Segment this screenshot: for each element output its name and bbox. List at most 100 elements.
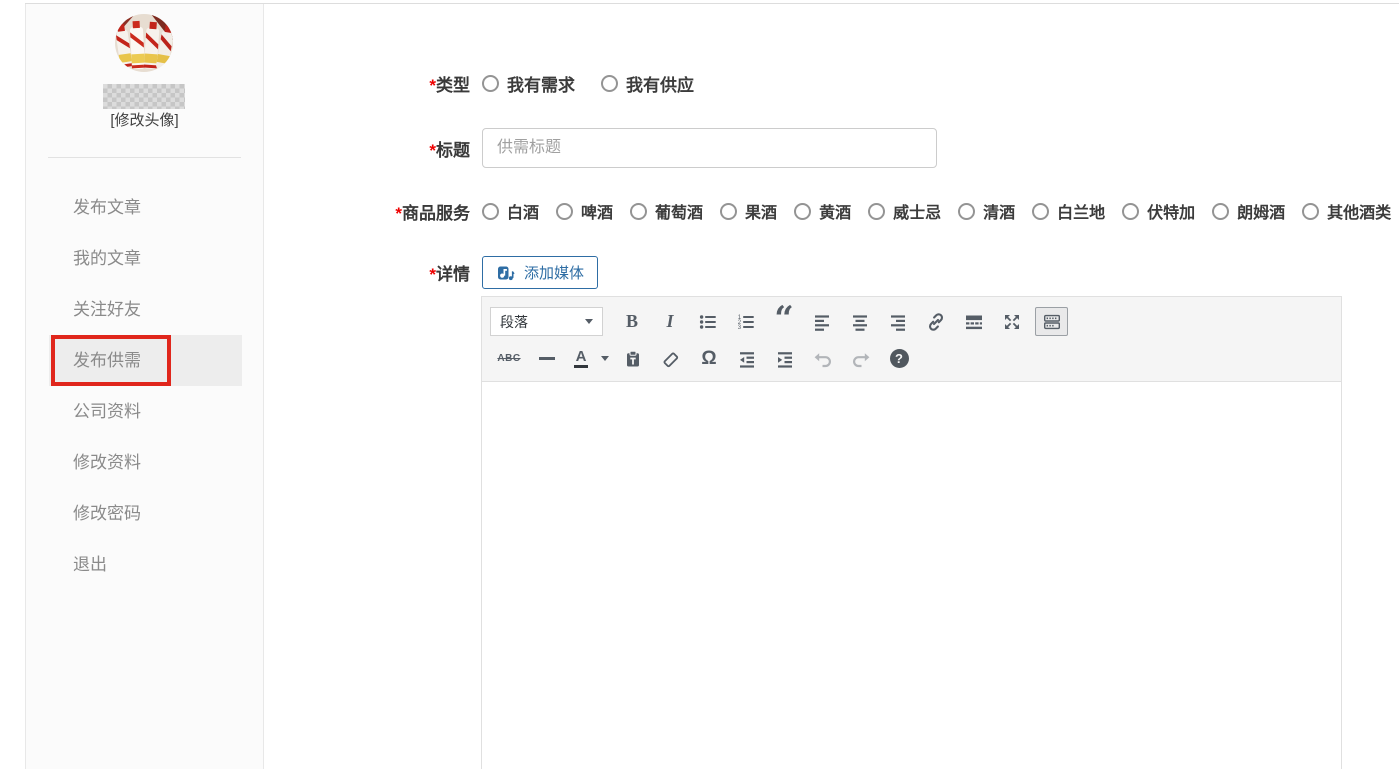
username-censored <box>103 84 185 109</box>
media-note-icon <box>496 263 516 283</box>
title-field-row: *标题 <box>264 128 1395 168</box>
italic-icon: I <box>666 311 673 332</box>
category-option[interactable]: 伏特加 <box>1122 199 1195 223</box>
category-radio[interactable] <box>868 203 885 220</box>
title-input[interactable] <box>482 128 937 168</box>
editor-content-area[interactable] <box>482 382 1341 769</box>
strikethrough-icon: ABC <box>497 353 520 364</box>
category-option[interactable]: 黄酒 <box>794 199 851 223</box>
blockquote-button[interactable]: “ <box>765 307 803 337</box>
category-radio[interactable] <box>720 203 737 220</box>
undo-button[interactable] <box>804 344 842 374</box>
text-color-menu-button[interactable] <box>596 344 614 374</box>
align-right-button[interactable] <box>879 307 917 337</box>
sidebar-menu: 发布文章 我的文章 关注好友 发布供需 公司资料 修改资料 修改密码 退出 <box>26 182 263 590</box>
add-media-button[interactable]: 添加媒体 <box>482 256 598 289</box>
category-radio[interactable] <box>1122 203 1139 220</box>
type-options: 我有需求 我有供应 <box>482 71 694 96</box>
outdent-button[interactable] <box>728 344 766 374</box>
category-radio[interactable] <box>1032 203 1049 220</box>
chevron-down-icon <box>585 319 593 324</box>
user-avatar[interactable] <box>115 14 173 72</box>
category-option[interactable]: 葡萄酒 <box>630 199 703 223</box>
omega-icon: Ω <box>701 348 716 370</box>
special-character-button[interactable]: Ω <box>690 344 728 374</box>
italic-button[interactable]: I <box>651 307 689 337</box>
sidebar-divider <box>48 157 241 158</box>
align-center-button[interactable] <box>841 307 879 337</box>
category-option[interactable]: 清酒 <box>958 199 1015 223</box>
category-option[interactable]: 啤酒 <box>556 199 613 223</box>
user-sidebar: [修改头像] 发布文章 我的文章 关注好友 发布供需 公司资料 修改资料 修改密… <box>25 4 264 769</box>
outdent-icon <box>737 349 757 369</box>
detail-field-row: *详情 添加媒体 <box>264 256 1395 289</box>
category-radio[interactable] <box>1212 203 1229 220</box>
publish-supply-demand-form: *类型 我有需求 我有供应 *标题 *商品服务 白酒 啤酒 葡萄酒 果酒 黄酒 … <box>264 4 1399 769</box>
add-media-label: 添加媒体 <box>524 262 584 283</box>
type-option-supply[interactable]: 我有供应 <box>601 71 694 96</box>
type-option-demand[interactable]: 我有需求 <box>482 71 575 96</box>
title-label: *标题 <box>264 136 470 161</box>
eraser-icon <box>661 349 681 369</box>
undo-icon <box>813 349 833 369</box>
sidebar-item-company-info[interactable]: 公司资料 <box>49 386 242 437</box>
sidebar-item-publish-article[interactable]: 发布文章 <box>49 182 242 233</box>
redo-button[interactable] <box>842 344 880 374</box>
supply-radio[interactable] <box>601 75 618 92</box>
sidebar-item-edit-profile[interactable]: 修改资料 <box>49 437 242 488</box>
category-field-row: *商品服务 白酒 啤酒 葡萄酒 果酒 黄酒 威士忌 清酒 白兰地 伏特加 朗姆酒… <box>264 198 1395 224</box>
category-radio[interactable] <box>1302 203 1319 220</box>
paragraph-select-value: 段落 <box>500 312 528 332</box>
required-marker: * <box>429 76 436 95</box>
category-option[interactable]: 果酒 <box>720 199 777 223</box>
help-button[interactable]: ? <box>880 344 918 374</box>
category-option[interactable]: 白酒 <box>482 199 539 223</box>
category-radio[interactable] <box>794 203 811 220</box>
category-radio[interactable] <box>556 203 573 220</box>
category-radio[interactable] <box>630 203 647 220</box>
link-icon <box>926 312 946 332</box>
sidebar-item-logout[interactable]: 退出 <box>49 539 242 590</box>
horizontal-rule-button[interactable] <box>528 344 566 374</box>
liquor-bottles-photo <box>115 14 173 72</box>
sidebar-item-follow-friends[interactable]: 关注好友 <box>49 284 242 335</box>
change-avatar-link[interactable]: [修改头像] <box>26 109 263 130</box>
category-option[interactable]: 其他酒类 <box>1302 199 1391 223</box>
category-option[interactable]: 白兰地 <box>1032 199 1105 223</box>
clear-formatting-button[interactable] <box>652 344 690 374</box>
type-field-row: *类型 我有需求 我有供应 <box>264 70 1395 96</box>
category-option[interactable]: 朗姆酒 <box>1212 199 1285 223</box>
detail-label: *详情 <box>264 260 470 285</box>
link-button[interactable] <box>917 307 955 337</box>
supply-radio-label: 我有供应 <box>626 71 694 96</box>
bold-button[interactable]: B <box>613 307 651 337</box>
read-more-button[interactable] <box>955 307 993 337</box>
align-left-button[interactable] <box>803 307 841 337</box>
bulleted-list-button[interactable] <box>689 307 727 337</box>
text-color-icon: A <box>574 349 589 368</box>
required-marker: * <box>429 265 436 284</box>
toolbar-toggle-button[interactable] <box>1035 307 1068 336</box>
paragraph-format-select[interactable]: 段落 <box>490 307 603 336</box>
fullscreen-icon <box>1002 312 1022 332</box>
category-radio[interactable] <box>958 203 975 220</box>
text-color-button[interactable]: A <box>566 344 596 374</box>
sidebar-item-change-password[interactable]: 修改密码 <box>49 488 242 539</box>
required-marker: * <box>395 204 402 223</box>
indent-button[interactable] <box>766 344 804 374</box>
numbered-list-button[interactable]: 1 2 3 <box>727 307 765 337</box>
paste-as-text-button[interactable] <box>614 344 652 374</box>
sidebar-item-publish-supply-demand[interactable]: 发布供需 <box>49 335 242 386</box>
demand-radio[interactable] <box>482 75 499 92</box>
horizontal-rule-icon <box>539 357 555 360</box>
numbered-list-icon: 1 2 3 <box>736 312 756 332</box>
toolbar-row-1: 段落 B I 1 2 3 <box>490 303 1333 340</box>
help-icon: ? <box>890 349 909 368</box>
sidebar-item-my-articles[interactable]: 我的文章 <box>49 233 242 284</box>
fullscreen-button[interactable] <box>993 307 1031 337</box>
category-radio[interactable] <box>482 203 499 220</box>
strikethrough-button[interactable]: ABC <box>490 344 528 374</box>
category-option[interactable]: 威士忌 <box>868 199 941 223</box>
redo-icon <box>851 349 871 369</box>
chevron-down-icon <box>601 356 609 361</box>
